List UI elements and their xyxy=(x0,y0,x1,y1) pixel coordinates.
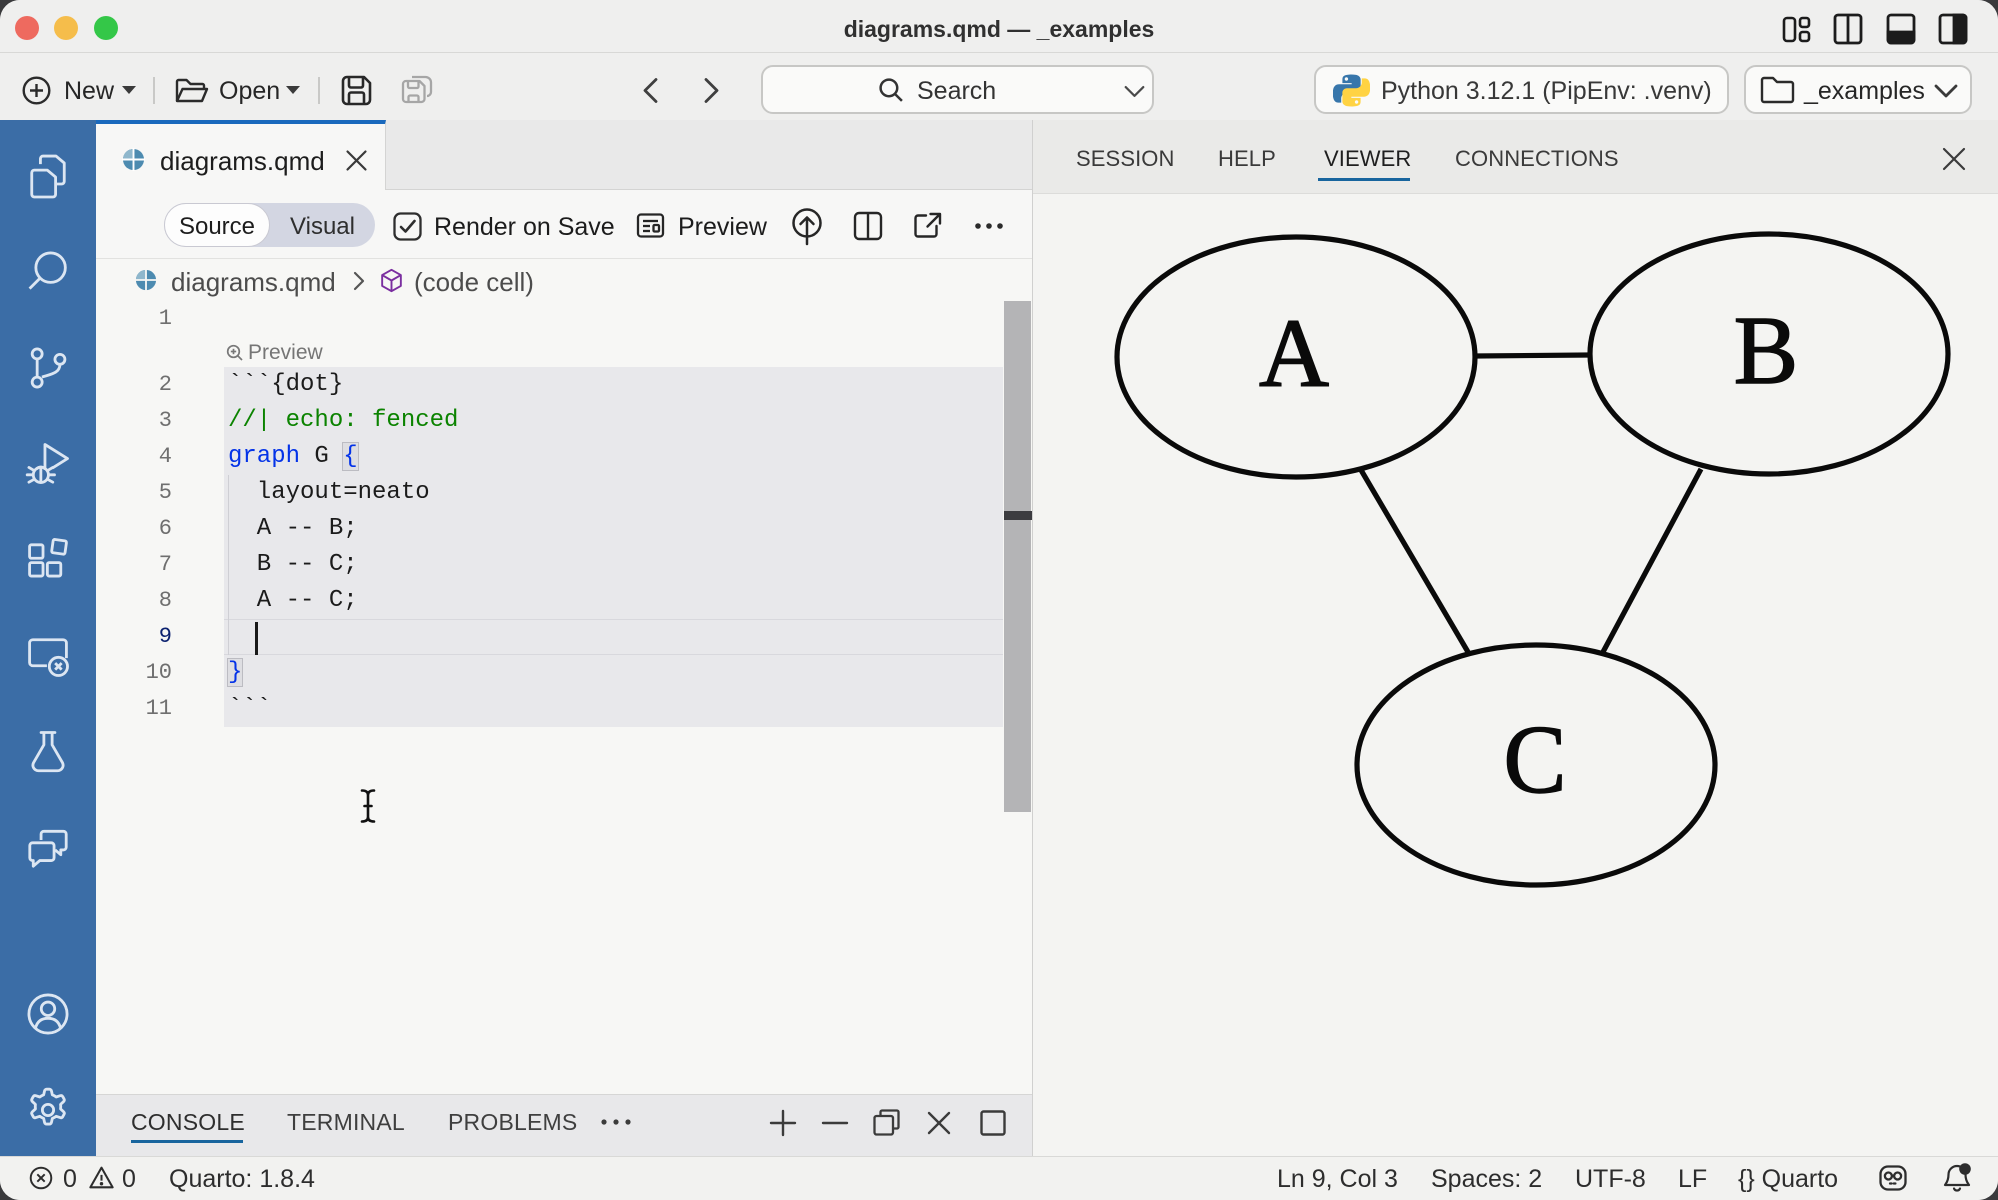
svg-text:C: C xyxy=(1504,706,1567,813)
svg-text:A: A xyxy=(1259,300,1329,407)
svg-text:B: B xyxy=(1734,297,1799,404)
